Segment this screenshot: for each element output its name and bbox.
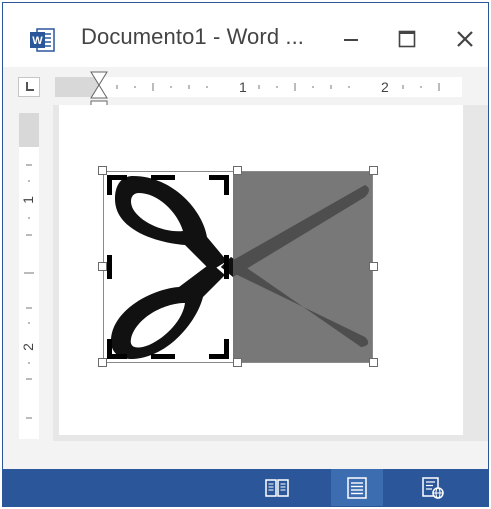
horizontal-ruler-row: 1 2 — [3, 67, 488, 114]
ruler-number-2: 2 — [381, 79, 389, 95]
maximize-icon — [398, 30, 416, 48]
word-window: W Documento1 - Word ... 1 2 1 2 — [2, 2, 489, 507]
close-button[interactable] — [445, 21, 485, 57]
vertical-ruler-ticks — [24, 164, 34, 419]
resize-handle-bottom-right[interactable] — [369, 358, 378, 367]
resize-handle-middle-left[interactable] — [98, 262, 107, 271]
canvas-bottom-strip — [3, 441, 488, 469]
title-bar: W Documento1 - Word ... — [3, 3, 488, 67]
resize-handle-middle-right[interactable] — [369, 262, 378, 271]
maximize-button[interactable] — [387, 21, 427, 57]
vertical-ruler-number-1: 1 — [19, 196, 36, 204]
web-layout-button[interactable] — [407, 469, 459, 506]
status-bar — [3, 469, 488, 506]
minimize-icon — [344, 39, 358, 41]
print-layout-icon — [347, 476, 367, 499]
selection-border — [103, 171, 373, 363]
minimize-button[interactable] — [331, 21, 371, 57]
horizontal-ruler[interactable]: 1 2 — [99, 77, 462, 97]
ruler-number-1: 1 — [239, 79, 247, 95]
resize-handle-bottom-left[interactable] — [98, 358, 107, 367]
resize-handle-bottom-center[interactable] — [233, 358, 242, 367]
vertical-ruler-number-2: 2 — [19, 343, 36, 351]
close-icon — [457, 31, 473, 47]
horizontal-ruler-ticks — [116, 83, 440, 91]
web-layout-icon — [422, 476, 444, 499]
vertical-ruler[interactable]: 1 2 — [19, 113, 39, 439]
selected-picture[interactable] — [98, 166, 378, 367]
print-layout-button[interactable] — [331, 469, 383, 506]
resize-handle-top-right[interactable] — [369, 166, 378, 175]
svg-text:W: W — [32, 35, 43, 47]
read-mode-button[interactable] — [251, 469, 303, 506]
tab-selector-button[interactable] — [18, 77, 40, 97]
left-tab-icon-base — [26, 89, 34, 91]
window-title: Documento1 - Word ... — [81, 24, 305, 49]
resize-handle-top-center[interactable] — [233, 166, 242, 175]
read-mode-icon — [265, 478, 289, 497]
word-icon[interactable]: W — [29, 27, 55, 53]
resize-handle-top-left[interactable] — [98, 166, 107, 175]
